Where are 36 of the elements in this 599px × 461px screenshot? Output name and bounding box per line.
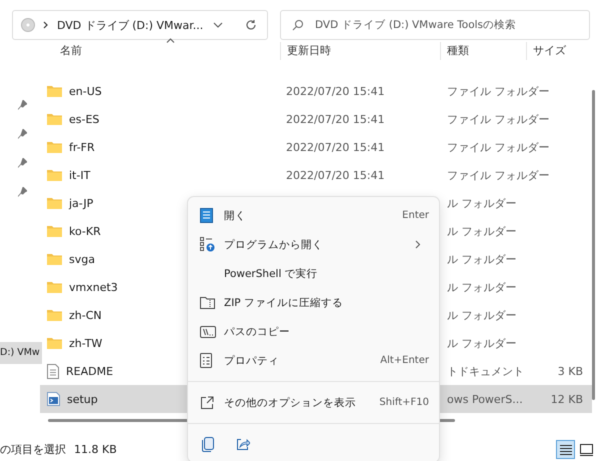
file-name: svga bbox=[69, 252, 95, 266]
file-name: fr-FR bbox=[69, 140, 95, 154]
file-name: vmxnet3 bbox=[69, 280, 118, 294]
file-type: トドキュメント bbox=[447, 364, 524, 378]
modified-date: 2022/07/20 15:41 bbox=[286, 140, 385, 154]
address-path: DVD ドライブ (D:) VMwar... bbox=[57, 18, 204, 32]
file-type: ル フォルダー bbox=[447, 280, 516, 294]
shortcut-text: Shift+F10 bbox=[378, 397, 429, 408]
file-type: ル フォルダー bbox=[447, 336, 516, 350]
file-name: README bbox=[66, 364, 114, 378]
file-name: es-ES bbox=[69, 112, 100, 126]
status-size: 11.8 KB bbox=[74, 443, 117, 456]
file-type: ファイル フォルダー bbox=[447, 112, 550, 126]
modified-date: 2022/07/20 15:41 bbox=[286, 84, 385, 98]
file-type: ル フォルダー bbox=[447, 224, 516, 238]
file-type: ows PowerS... bbox=[447, 392, 523, 406]
status-text: の項目を選択 bbox=[0, 442, 66, 457]
file-name: zh-CN bbox=[69, 308, 102, 322]
file-type: ル フォルダー bbox=[447, 308, 516, 322]
file-size: 12 KB bbox=[550, 392, 583, 406]
file-name: zh-TW bbox=[69, 336, 102, 350]
file-type: ル フォルダー bbox=[447, 252, 516, 266]
modified-date: 2022/07/20 15:41 bbox=[286, 112, 385, 126]
file-name: setup bbox=[67, 392, 98, 406]
file-name: ko-KR bbox=[69, 224, 101, 238]
file-name: en-US bbox=[69, 84, 102, 98]
file-name: it-IT bbox=[69, 168, 90, 182]
file-name: ja-JP bbox=[69, 196, 94, 210]
file-type: ファイル フォルダー bbox=[447, 140, 550, 154]
file-type: ル フォルダー bbox=[447, 196, 516, 210]
shortcut-text: Enter bbox=[401, 210, 429, 221]
file-type: ファイル フォルダー bbox=[447, 168, 550, 182]
modified-date: 2022/07/20 15:41 bbox=[286, 168, 385, 182]
file-size: 3 KB bbox=[558, 364, 583, 378]
file-type: ファイル フォルダー bbox=[447, 84, 550, 98]
shortcut-text: Alt+Enter bbox=[379, 355, 429, 366]
